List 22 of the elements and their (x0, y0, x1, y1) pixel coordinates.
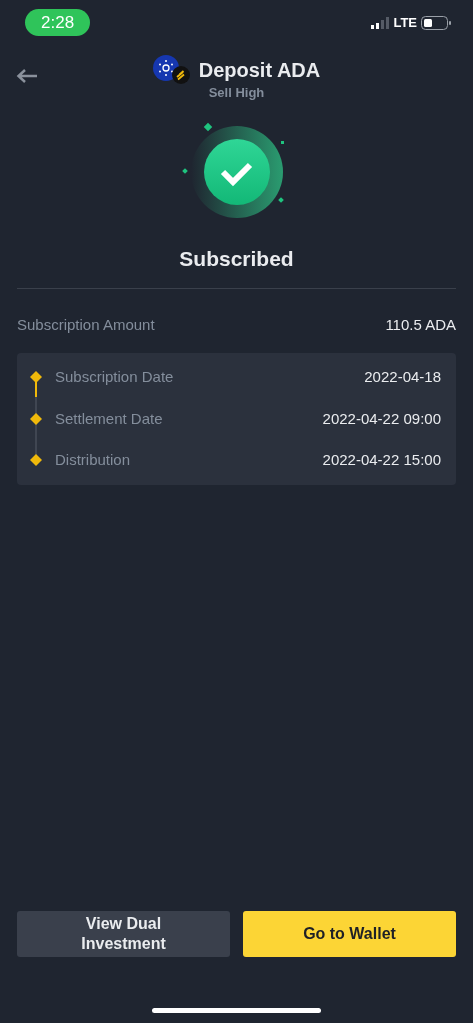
status-time: 2:28 (25, 8, 91, 37)
timeline-value: 2022-04-22 09:00 (322, 408, 441, 429)
amount-value: 110.5 ADA (385, 314, 456, 335)
timeline-label: Settlement Date (55, 408, 164, 429)
coin-icon (152, 55, 191, 85)
battery-icon (421, 15, 451, 30)
timeline-value: 2022-04-18 (364, 367, 441, 387)
wallet-button[interactable]: Go to Wallet (243, 911, 456, 957)
investment-button[interactable]: View Dual Investment (17, 911, 230, 957)
status-title: Subscribed (179, 246, 294, 272)
timeline-label: Distribution (55, 450, 132, 470)
page-subtitle: Sell High (208, 84, 265, 102)
signal-icon (371, 16, 390, 29)
amount-label: Subscription Amount (17, 314, 155, 335)
network-label: LTE (393, 13, 417, 32)
page-title: Deposit ADA (198, 58, 321, 83)
diamond-icon (29, 453, 43, 468)
back-arrow-icon[interactable] (16, 68, 38, 84)
diamond-icon (29, 411, 43, 426)
timeline-label: Subscription Date (55, 367, 175, 387)
diamond-icon (29, 370, 43, 385)
timeline-value: 2022-04-22 15:00 (322, 450, 441, 470)
